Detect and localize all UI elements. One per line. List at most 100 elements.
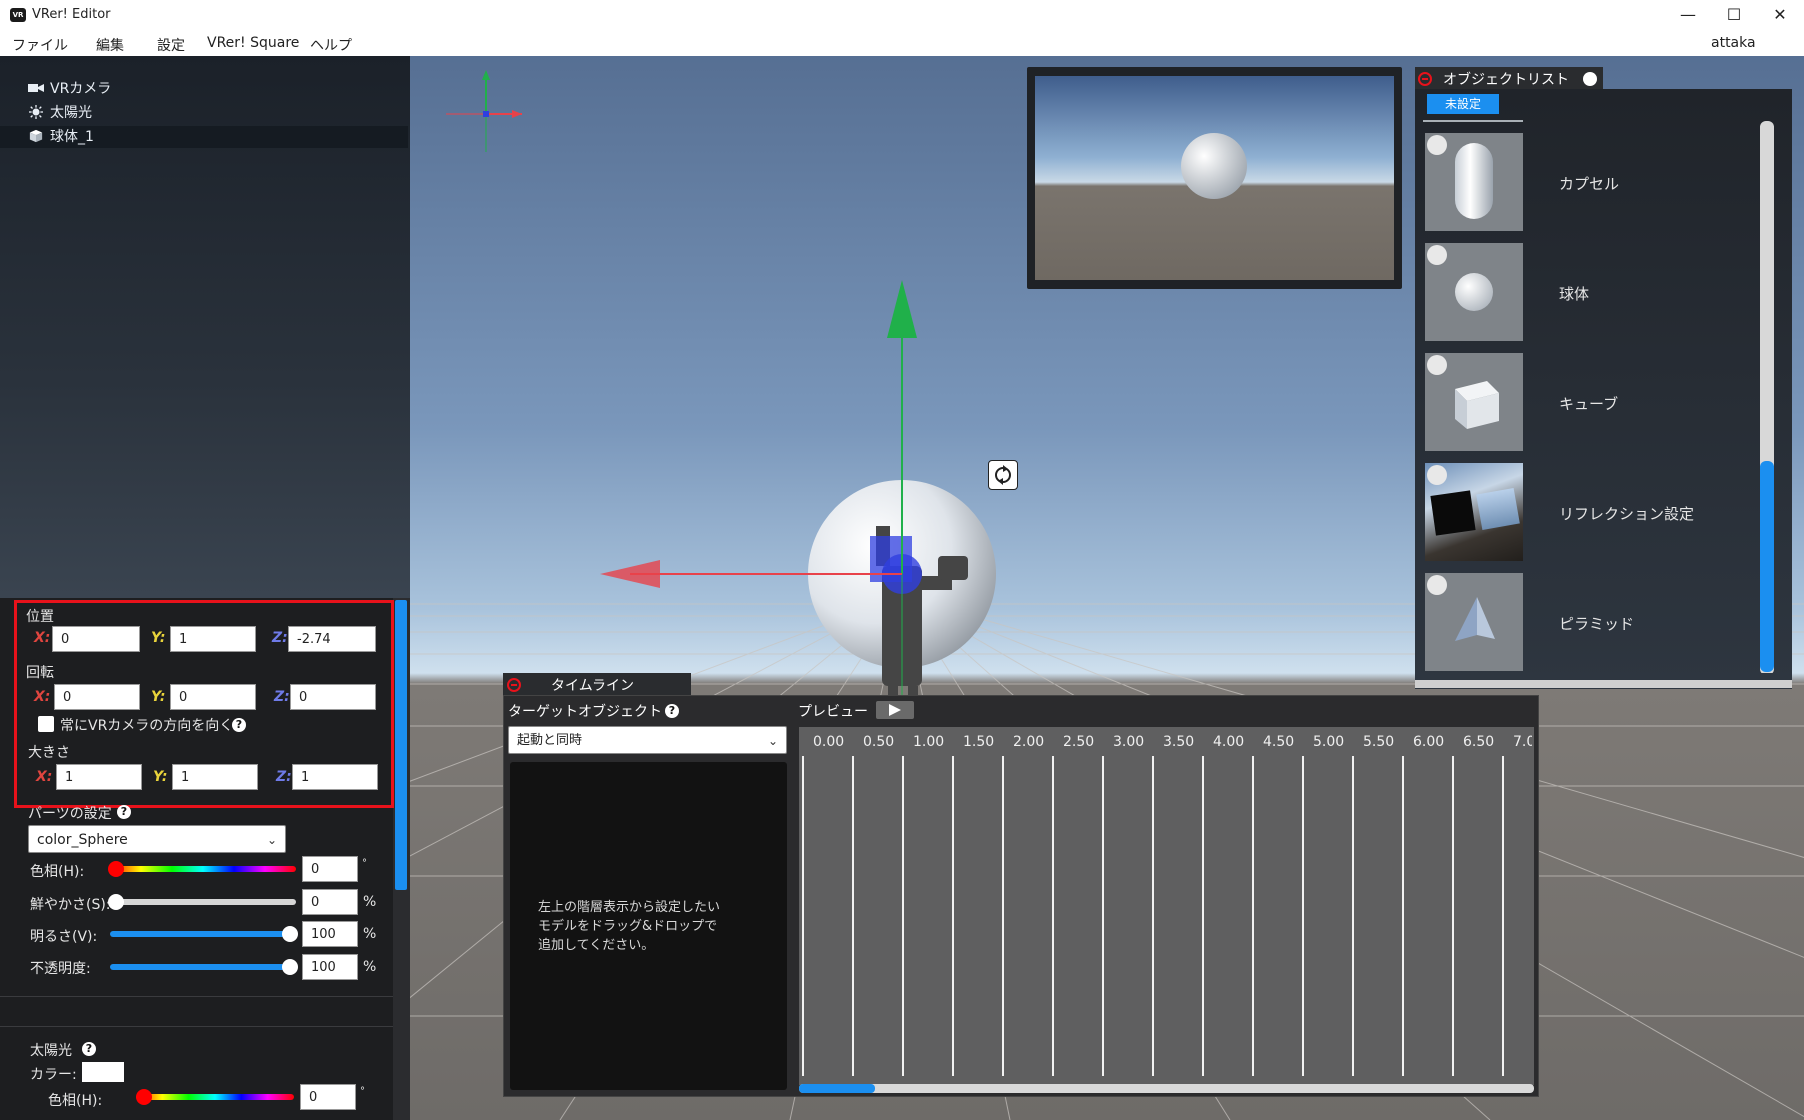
- filter-tab-underline: [1423, 120, 1523, 122]
- face-camera-checkbox[interactable]: [38, 716, 54, 732]
- filter-tab-unset[interactable]: 未設定: [1427, 94, 1499, 114]
- minimize-button[interactable]: —: [1665, 0, 1711, 30]
- refresh-icon: [995, 465, 1011, 485]
- hierarchy-item-vr-camera[interactable]: VRカメラ: [28, 78, 408, 100]
- scale-y-field[interactable]: 1: [172, 764, 258, 790]
- cube-shape: [1455, 381, 1499, 429]
- rotation-y-field[interactable]: 0: [170, 684, 256, 710]
- menu-file[interactable]: ファイル: [12, 35, 68, 55]
- opacity-label: 不透明度:: [30, 961, 91, 977]
- timeline-hscrollbar[interactable]: [799, 1084, 1534, 1093]
- inspector-scrollbar-thumb[interactable]: [395, 600, 407, 890]
- timeline-tick-label: 0.50: [863, 734, 895, 750]
- object-list-hscroll-bar[interactable]: [1415, 680, 1792, 688]
- sunlight-hue-slider[interactable]: [136, 1094, 294, 1100]
- maximize-button[interactable]: ☐: [1711, 0, 1757, 30]
- cube-icon: [1427, 245, 1447, 265]
- rotate-mode-button[interactable]: [988, 460, 1018, 490]
- sunlight-hue-slider-knob[interactable]: [136, 1089, 152, 1105]
- position-y-field[interactable]: 1: [170, 626, 256, 652]
- opacity-slider-knob[interactable]: [282, 959, 298, 975]
- brightness-slider[interactable]: [110, 931, 296, 937]
- scale-z-field[interactable]: 1: [292, 764, 378, 790]
- saturation-label: 鮮やかさ(S):: [30, 897, 111, 913]
- hue-slider[interactable]: [110, 866, 296, 872]
- object-list-item-reflection[interactable]: リフレクション設定: [1425, 463, 1755, 563]
- brightness-slider-knob[interactable]: [282, 926, 298, 942]
- close-panel-icon[interactable]: [507, 678, 521, 692]
- scale-y-axis-label: Y:: [153, 769, 168, 785]
- brightness-label: 明るさ(V):: [30, 929, 98, 945]
- axis-gizmo: [446, 70, 522, 152]
- sunlight-hue-label: 色相(H):: [48, 1093, 103, 1109]
- preview-sphere: [1181, 133, 1247, 199]
- object-list-item-capsule[interactable]: カプセル: [1425, 133, 1755, 233]
- hue-slider-knob[interactable]: [108, 861, 124, 877]
- timeline-tick-line: [1452, 756, 1454, 1076]
- parts-select[interactable]: color_Sphere ⌄: [28, 825, 286, 853]
- object-list-item-pyramid[interactable]: ピラミッド: [1425, 573, 1755, 673]
- sunlight-color-swatch[interactable]: [82, 1062, 124, 1082]
- divider: [0, 1026, 393, 1027]
- menu-edit[interactable]: 編集: [96, 35, 124, 55]
- hierarchy-item-sphere-1[interactable]: 球体_1: [0, 126, 408, 148]
- timeline-tick-line: [1102, 756, 1104, 1076]
- sun-icon: [29, 105, 43, 119]
- help-icon[interactable]: ?: [232, 718, 246, 732]
- scale-x-field[interactable]: 1: [56, 764, 142, 790]
- help-icon[interactable]: ?: [117, 805, 131, 819]
- position-z-field[interactable]: -2.74: [288, 626, 376, 652]
- menu-vrer-square[interactable]: VRer! Square: [207, 35, 299, 51]
- object-list-tab: オブジェクトリスト: [1415, 67, 1603, 91]
- brightness-field[interactable]: 100: [302, 921, 358, 947]
- menu-bar: ファイル 編集 設定 VRer! Square ヘルプ attaka: [0, 30, 1804, 56]
- rotation-z-axis-label: Z:: [274, 689, 290, 705]
- timeline-tick-label: 4.00: [1213, 734, 1245, 750]
- refresh-icon[interactable]: [1583, 72, 1597, 86]
- menu-settings[interactable]: 設定: [157, 35, 185, 55]
- hue-unit: °: [362, 858, 367, 869]
- menu-help[interactable]: ヘルプ: [310, 35, 352, 55]
- parts-settings-label: パーツの設定: [28, 806, 112, 822]
- position-x-field[interactable]: 0: [52, 626, 140, 652]
- timeline-tick-label: 0.00: [813, 734, 845, 750]
- saturation-slider-knob[interactable]: [108, 894, 124, 910]
- sunlight-hue-field[interactable]: 0: [300, 1084, 356, 1110]
- hierarchy-item-sunlight[interactable]: 太陽光: [28, 102, 408, 124]
- parts-select-value: color_Sphere: [37, 832, 128, 848]
- close-button[interactable]: ✕: [1757, 0, 1803, 30]
- timeline-tick-label: 1.00: [913, 734, 945, 750]
- timeline-tick-line: [1052, 756, 1054, 1076]
- rotation-z-field[interactable]: 0: [290, 684, 376, 710]
- hue-field[interactable]: 0: [302, 856, 358, 882]
- timeline-tick-label: 6.00: [1413, 734, 1445, 750]
- object-list-item-sphere[interactable]: 球体: [1425, 243, 1755, 343]
- cube-icon: [1427, 355, 1447, 375]
- opacity-field[interactable]: 100: [302, 954, 358, 980]
- timeline-tick-line: [1252, 756, 1254, 1076]
- preview-label: プレビュー: [798, 704, 868, 720]
- user-name[interactable]: attaka: [1711, 35, 1756, 51]
- saturation-slider[interactable]: [110, 899, 296, 905]
- reflection-panel-sky: [1476, 487, 1520, 531]
- help-icon[interactable]: ?: [82, 1042, 96, 1056]
- timeline-drop-area[interactable]: 左上の階層表示から設定したい モデルをドラッグ&ドロップで 追加してください。: [510, 762, 787, 1090]
- close-panel-icon[interactable]: [1418, 72, 1432, 86]
- object-list-item-label: ピラミッド: [1559, 615, 1635, 633]
- rotation-x-axis-label: X:: [34, 689, 51, 705]
- opacity-slider[interactable]: [110, 964, 296, 970]
- hierarchy-item-label: 太陽光: [50, 105, 92, 121]
- saturation-field[interactable]: 0: [302, 889, 358, 915]
- object-list-item-cube[interactable]: キューブ: [1425, 353, 1755, 453]
- rotation-x-field[interactable]: 0: [54, 684, 140, 710]
- object-list-scrollbar-thumb[interactable]: [1760, 461, 1774, 672]
- preview-play-button[interactable]: [876, 701, 914, 719]
- rotation-label: 回転: [26, 665, 54, 681]
- timeline-hscrollbar-thumb[interactable]: [799, 1084, 875, 1093]
- timeline-track-area[interactable]: [799, 727, 1534, 1085]
- app-logo-icon: VR: [10, 8, 26, 22]
- trigger-select[interactable]: 起動と同時 ⌄: [508, 726, 787, 754]
- timeline-tick-line: [1302, 756, 1304, 1076]
- help-icon[interactable]: ?: [665, 704, 679, 718]
- sunlight-hue-unit: °: [360, 1086, 365, 1097]
